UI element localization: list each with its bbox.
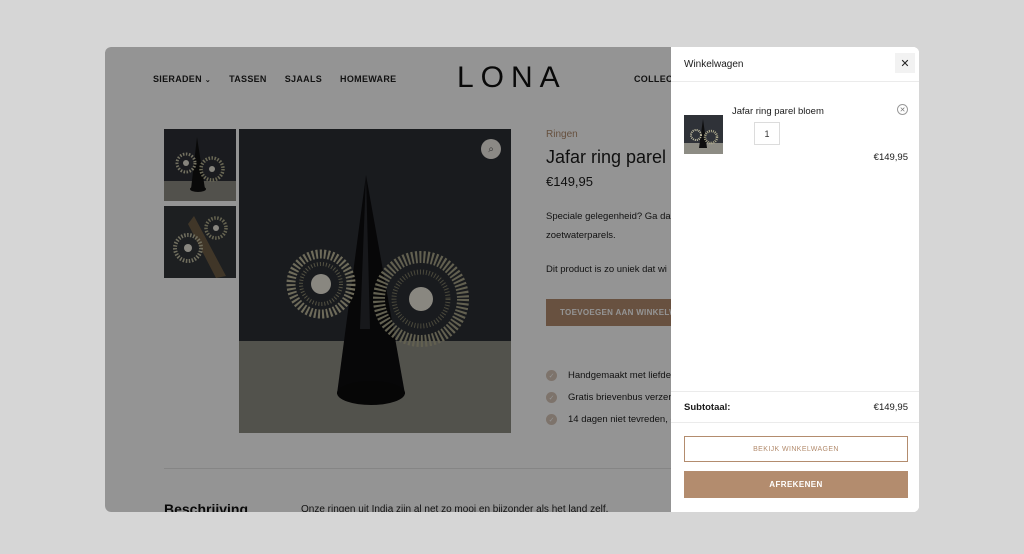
remove-icon[interactable]: ✕	[897, 104, 908, 115]
cart-item-name[interactable]: Jafar ring parel bloem	[732, 106, 824, 117]
view-cart-button[interactable]: BEKIJK WINKELWAGEN	[684, 436, 908, 462]
cart-header: Winkelwagen ✕	[671, 47, 919, 82]
checkout-button[interactable]: AFREKENEN	[684, 471, 908, 498]
subtotal-label: Subtotaal:	[684, 401, 731, 413]
cart-item-image[interactable]	[684, 115, 723, 154]
cart-title: Winkelwagen	[684, 58, 744, 70]
browser-frame: SIERADEN ⌄ TASSEN SJAALS HOMEWARE LONA CO…	[105, 47, 919, 512]
subtotal-value: €149,95	[873, 401, 908, 413]
cart-item-price: €149,95	[873, 152, 908, 163]
page-overlay[interactable]	[105, 47, 671, 512]
quantity-input[interactable]: 1	[754, 122, 780, 145]
cart-drawer: Winkelwagen ✕ Jafar ring parel bloem ✕ 1…	[671, 47, 919, 512]
cart-subtotal: Subtotaal: €149,95	[671, 391, 919, 423]
close-icon[interactable]: ✕	[895, 53, 915, 73]
